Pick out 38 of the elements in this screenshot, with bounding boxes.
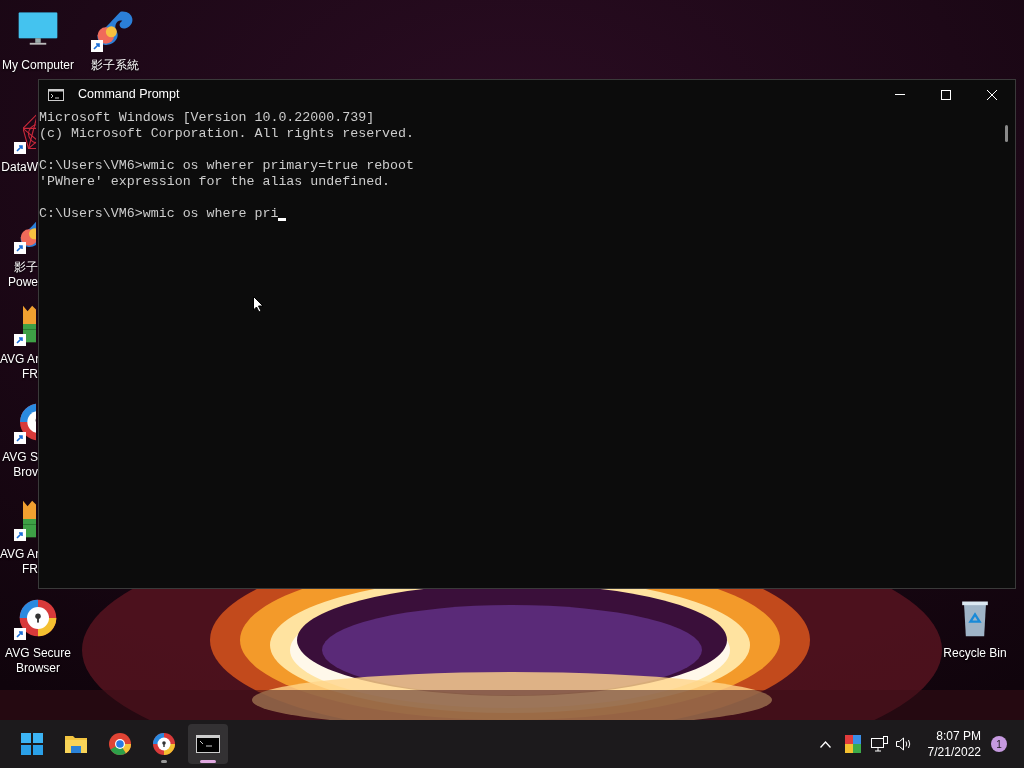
icon-label[interactable]: Brov bbox=[0, 465, 38, 480]
icon-label[interactable]: FR bbox=[0, 367, 38, 382]
icon-label[interactable]: 影子系統 bbox=[91, 58, 139, 73]
chrome-icon bbox=[108, 732, 132, 756]
network-icon bbox=[871, 736, 889, 752]
console-icon bbox=[48, 88, 64, 101]
close-icon bbox=[987, 89, 997, 100]
maximize-icon bbox=[941, 89, 951, 100]
icon-label[interactable]: FR bbox=[0, 562, 38, 577]
icon-label[interactable]: Recycle Bin bbox=[943, 646, 1007, 661]
icon-label[interactable]: 影子 bbox=[0, 260, 38, 275]
console-line: C:\Users\VM6>wmic os wherer primary=true reboot bbox=[39, 158, 415, 174]
icon-label[interactable]: Browser bbox=[16, 661, 60, 676]
windows-logo-icon bbox=[20, 732, 44, 756]
browser-lock-icon bbox=[152, 732, 176, 756]
icon-label[interactable]: AVG S bbox=[0, 450, 38, 465]
mouse-pointer-icon bbox=[253, 296, 264, 313]
console-line: Microsoft Windows [Version 10.0.22000.739] bbox=[39, 110, 375, 126]
icon-label[interactable]: AVG Secure bbox=[5, 646, 71, 661]
icon-label[interactable]: Powe bbox=[0, 275, 38, 290]
running-indicator bbox=[200, 760, 216, 763]
console-line: C:\Users\VM6>wmic os where pri bbox=[39, 206, 279, 222]
chevron-up-icon bbox=[820, 740, 832, 748]
clock-button[interactable]: 8:07 PM 7/21/2022 bbox=[925, 728, 983, 760]
icon-label[interactable]: My Computer bbox=[2, 58, 74, 73]
icon-label[interactable]: AVG Ar bbox=[0, 547, 38, 562]
scrollbar-thumb[interactable] bbox=[1005, 125, 1008, 142]
command-prompt-button[interactable] bbox=[188, 724, 228, 764]
notification-badge[interactable]: 1 bbox=[991, 736, 1007, 752]
icon-label[interactable]: AVG Ar bbox=[0, 352, 38, 367]
icon-label[interactable]: DataW bbox=[0, 160, 38, 175]
app-tile-icon bbox=[844, 735, 861, 753]
console-line: (c) Microsoft Corporation. All rights reserved. bbox=[39, 126, 415, 142]
window-title: Command Prompt bbox=[78, 86, 180, 104]
minimize-icon bbox=[895, 94, 905, 95]
console-line: 'PWhere' expression for the alias undefined. bbox=[39, 174, 391, 190]
running-indicator bbox=[161, 760, 167, 763]
terminal-icon bbox=[196, 732, 220, 756]
